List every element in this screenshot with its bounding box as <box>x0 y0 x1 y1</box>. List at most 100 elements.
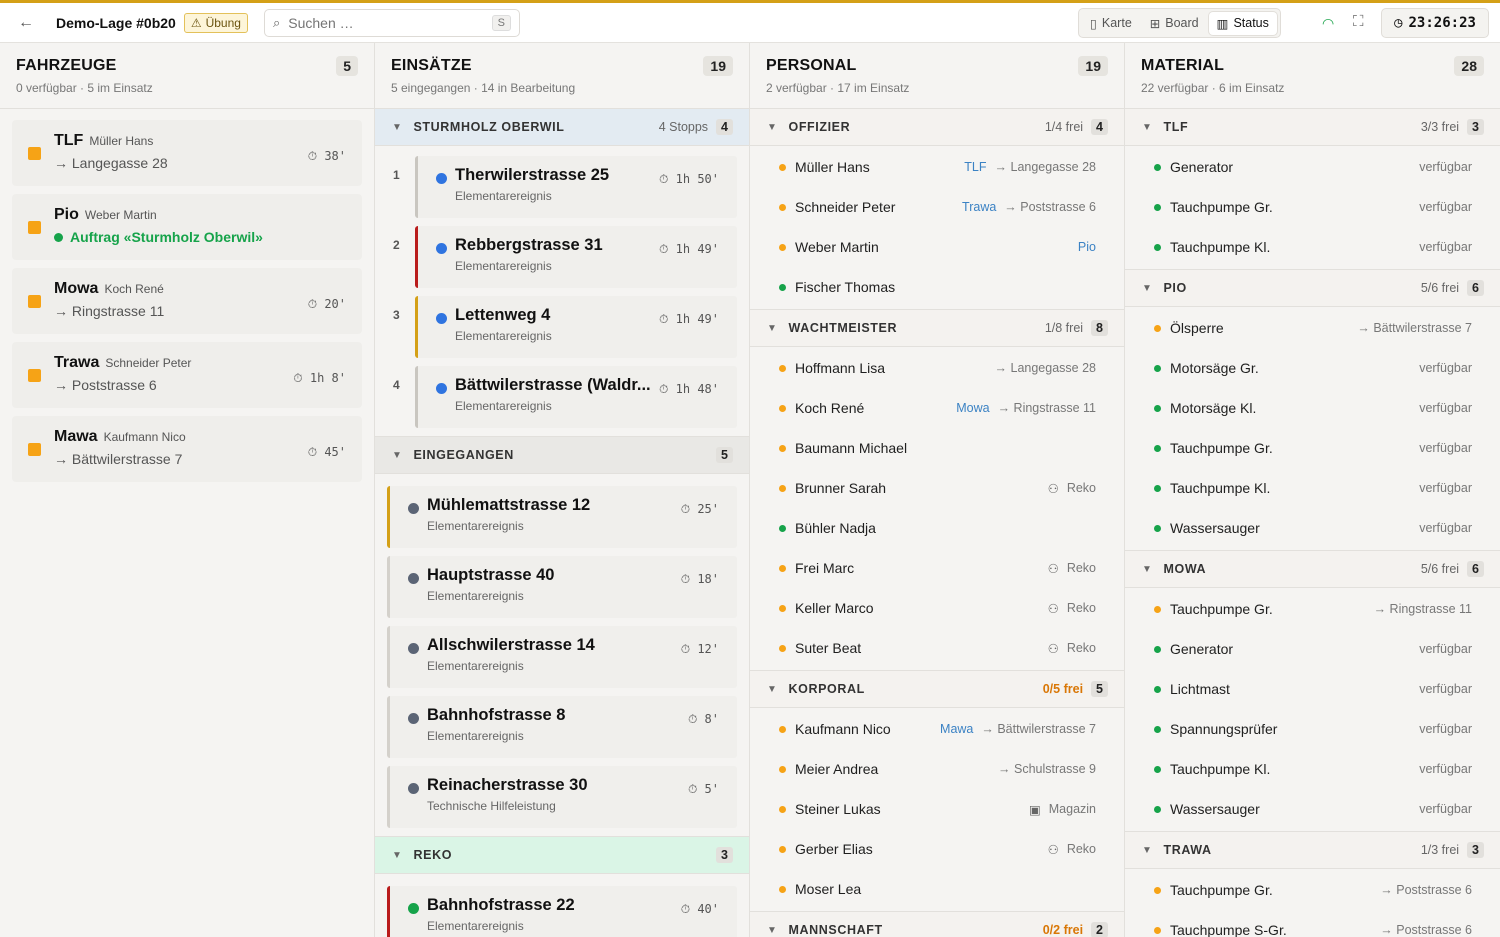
person-row[interactable]: Steiner Lukas ▣ Magazin <box>750 789 1124 829</box>
person-row[interactable]: Weber Martin Pio <box>750 227 1124 267</box>
personnel-group-header[interactable]: ▼ OFFIZIER 1/4 frei 4 <box>750 109 1124 146</box>
clock: ◷ 23:26:23 <box>1381 8 1489 38</box>
material-row[interactable]: Motorsäge Kl. verfügbar <box>1125 388 1500 428</box>
column-title: EINSÄTZE <box>391 57 472 74</box>
material-status-dot <box>1154 524 1161 532</box>
column-einsaetze: EINSÄTZE 5 eingegangen · 14 in Bearbeitu… <box>375 43 750 937</box>
section-sturmholz[interactable]: ▼ STURMHOLZ OBERWIL 4 Stopps 4 <box>375 109 749 146</box>
material-name: Ölsperre <box>1170 320 1224 336</box>
material-status-dot <box>1154 203 1161 211</box>
material-row[interactable]: Tauchpumpe Kl. verfügbar <box>1125 227 1500 267</box>
incident-card[interactable]: 1 Therwilerstrasse 25 Elementarereignis ⏱ 1… <box>393 156 737 218</box>
search-box[interactable]: ⌕ S <box>263 8 520 37</box>
personnel-group-header[interactable]: ▼ MANNSCHAFT 0/2 frei 2 <box>750 912 1124 937</box>
material-row[interactable]: Lichtmast verfügbar <box>1125 669 1500 709</box>
vehicle-card[interactable]: Mawa Kaufmann Nico → Bättwilerstrasse 7 ⏱ 4… <box>12 416 362 482</box>
vehicle-card[interactable]: Trawa Schneider Peter → Poststrasse 6 ⏱ 1h … <box>12 342 362 408</box>
back-arrow-icon[interactable]: ← <box>18 14 38 32</box>
section-reko[interactable]: ▼ REKO 3 <box>375 837 749 874</box>
material-row[interactable]: Ölsperre → Bättwilerstrasse 7 <box>1125 308 1500 348</box>
incident-card[interactable]: Bahnhofstrasse 8 Elementarereignis ⏱ 8' <box>387 696 737 758</box>
fullscreen-icon[interactable]: ⛶ <box>1353 13 1364 30</box>
vehicle-assignment[interactable]: Auftrag «Sturmholz Oberwil» <box>54 229 362 245</box>
incident-card[interactable]: Reinacherstrasse 30 Technische Hilfeleist… <box>387 766 737 828</box>
material-row[interactable]: Generator verfügbar <box>1125 147 1500 187</box>
material-group-list: Ölsperre → Bättwilerstrasse 7 Motorsäge Gr… <box>1125 307 1500 551</box>
person-row[interactable]: Meier Andrea → Schulstrasse 9 <box>750 749 1124 789</box>
person-vehicle[interactable]: Mowa <box>956 401 989 415</box>
group-free: 5/6 frei <box>1420 562 1460 576</box>
incident-type: Elementarereignis <box>427 919 524 933</box>
material-status-dot <box>1154 725 1161 733</box>
material-row[interactable]: Tauchpumpe S-Gr. → Poststrasse 6 <box>1125 910 1500 937</box>
person-row[interactable]: Brunner Sarah ⚇ Reko <box>750 468 1124 508</box>
person-row[interactable]: Kaufmann Nico Mawa → Bättwilerstrasse 7 <box>750 709 1124 749</box>
chevron-down-icon: ▼ <box>1142 844 1153 856</box>
material-list: ▼ TLF 3/3 frei 3 Generator verfügbar Tauchpump… <box>1125 109 1500 937</box>
material-group-header[interactable]: ▼ MOWA 5/6 frei 6 <box>1125 551 1500 588</box>
person-status: → Langegasse 28 <box>994 160 1096 174</box>
incident-card[interactable]: 4 Bättwilerstrasse (Waldr... Elementarerei… <box>393 366 737 428</box>
material-row[interactable]: Spannungsprüfer verfügbar <box>1125 709 1500 749</box>
material-row[interactable]: Tauchpumpe Gr. verfügbar <box>1125 187 1500 227</box>
material-row[interactable]: Wassersauger verfügbar <box>1125 789 1500 829</box>
material-row[interactable]: Wassersauger verfügbar <box>1125 508 1500 548</box>
material-row[interactable]: Tauchpumpe Gr. → Ringstrasse 11 <box>1125 589 1500 629</box>
incident-card[interactable]: Mühlemattstrasse 12 Elementarereignis ⏱ 25… <box>387 486 737 548</box>
material-row[interactable]: Motorsäge Gr. verfügbar <box>1125 348 1500 388</box>
person-row[interactable]: Frei Marc ⚇ Reko <box>750 548 1124 588</box>
view-status-button[interactable]: ▥ Status <box>1208 11 1277 35</box>
personnel-group-header[interactable]: ▼ KORPORAL 0/5 frei 5 <box>750 671 1124 708</box>
material-row[interactable]: Tauchpumpe Gr. verfügbar <box>1125 428 1500 468</box>
person-vehicle[interactable]: Pio <box>1078 240 1096 254</box>
material-group-header[interactable]: ▼ TLF 3/3 frei 3 <box>1125 109 1500 146</box>
incident-address: Bättwilerstrasse (Waldr... <box>455 376 651 394</box>
personnel-group-header[interactable]: ▼ WACHTMEISTER 1/8 frei 8 <box>750 310 1124 347</box>
person-status: → Langegasse 28 <box>994 361 1096 375</box>
person-row[interactable]: Fischer Thomas <box>750 267 1124 307</box>
material-group-header[interactable]: ▼ PIO 5/6 frei 6 <box>1125 270 1500 307</box>
person-row[interactable]: Baumann Michael <box>750 428 1124 468</box>
person-row[interactable]: Keller Marco ⚇ Reko <box>750 588 1124 628</box>
person-vehicle[interactable]: Mawa <box>940 722 973 736</box>
material-row[interactable]: Tauchpumpe Gr. → Poststrasse 6 <box>1125 870 1500 910</box>
view-map-button[interactable]: ▯ Karte <box>1082 12 1140 35</box>
section-eingegangen[interactable]: ▼ EINGEGANGEN 5 <box>375 437 749 474</box>
section-count: 3 <box>716 847 733 863</box>
timer-icon: ⏱ <box>687 782 705 796</box>
incident-address: Bahnhofstrasse 8 <box>427 706 566 724</box>
view-board-button[interactable]: ⊞ Board <box>1142 12 1207 35</box>
incident-address: Rebbergstrasse 31 <box>455 236 603 254</box>
person-status-dot <box>779 364 786 372</box>
vehicle-card[interactable]: Mowa Koch René → Ringstrasse 11 ⏱ 20' <box>12 268 362 334</box>
person-row[interactable]: Müller Hans TLF → Langegasse 28 <box>750 147 1124 187</box>
person-row[interactable]: Koch René Mowa → Ringstrasse 11 <box>750 388 1124 428</box>
column-subtitle: 0 verfügbar · 5 im Einsatz <box>16 81 153 95</box>
material-row[interactable]: Generator verfügbar <box>1125 629 1500 669</box>
person-status-dot <box>779 163 786 171</box>
material-group-header[interactable]: ▼ TRAWA 1/3 frei 3 <box>1125 832 1500 869</box>
incident-card[interactable]: Hauptstrasse 40 Elementarereignis ⏱ 18' <box>387 556 737 618</box>
search-input[interactable] <box>288 14 492 31</box>
incident-card[interactable]: Allschwilerstrasse 14 Elementarereignis ⏱ … <box>387 626 737 688</box>
material-status-dot <box>1154 444 1161 452</box>
vehicle-card[interactable]: Pio Weber Martin Auftrag «Sturmholz Oberwi… <box>12 194 362 260</box>
person-vehicle[interactable]: TLF <box>964 160 986 174</box>
incident-card[interactable]: Bahnhofstrasse 22 Elementarereignis ⏱ 40' <box>387 886 737 937</box>
person-row[interactable]: Schneider Peter Trawa → Poststrasse 6 <box>750 187 1124 227</box>
person-row[interactable]: Moser Lea <box>750 869 1124 909</box>
person-row[interactable]: Bühler Nadja <box>750 508 1124 548</box>
person-vehicle[interactable]: Trawa <box>962 200 996 214</box>
person-name: Meier Andrea <box>795 761 879 777</box>
person-row[interactable]: Hoffmann Lisa → Langegasse 28 <box>750 348 1124 388</box>
material-row[interactable]: Tauchpumpe Kl. verfügbar <box>1125 749 1500 789</box>
incident-card[interactable]: 2 Rebbergstrasse 31 Elementarereignis ⏱ 1h … <box>393 226 737 288</box>
incident-type: Elementarereignis <box>455 399 552 413</box>
material-name: Tauchpumpe Kl. <box>1170 239 1271 255</box>
chart-icon: ▥ <box>1216 16 1229 31</box>
material-row[interactable]: Tauchpumpe Kl. verfügbar <box>1125 468 1500 508</box>
person-row[interactable]: Gerber Elias ⚇ Reko <box>750 829 1124 869</box>
incident-card[interactable]: 3 Lettenweg 4 Elementarereignis ⏱ 1h 49' <box>393 296 737 358</box>
vehicle-card[interactable]: TLF Müller Hans → Langegasse 28 ⏱ 38' <box>12 120 362 186</box>
person-row[interactable]: Suter Beat ⚇ Reko <box>750 628 1124 668</box>
